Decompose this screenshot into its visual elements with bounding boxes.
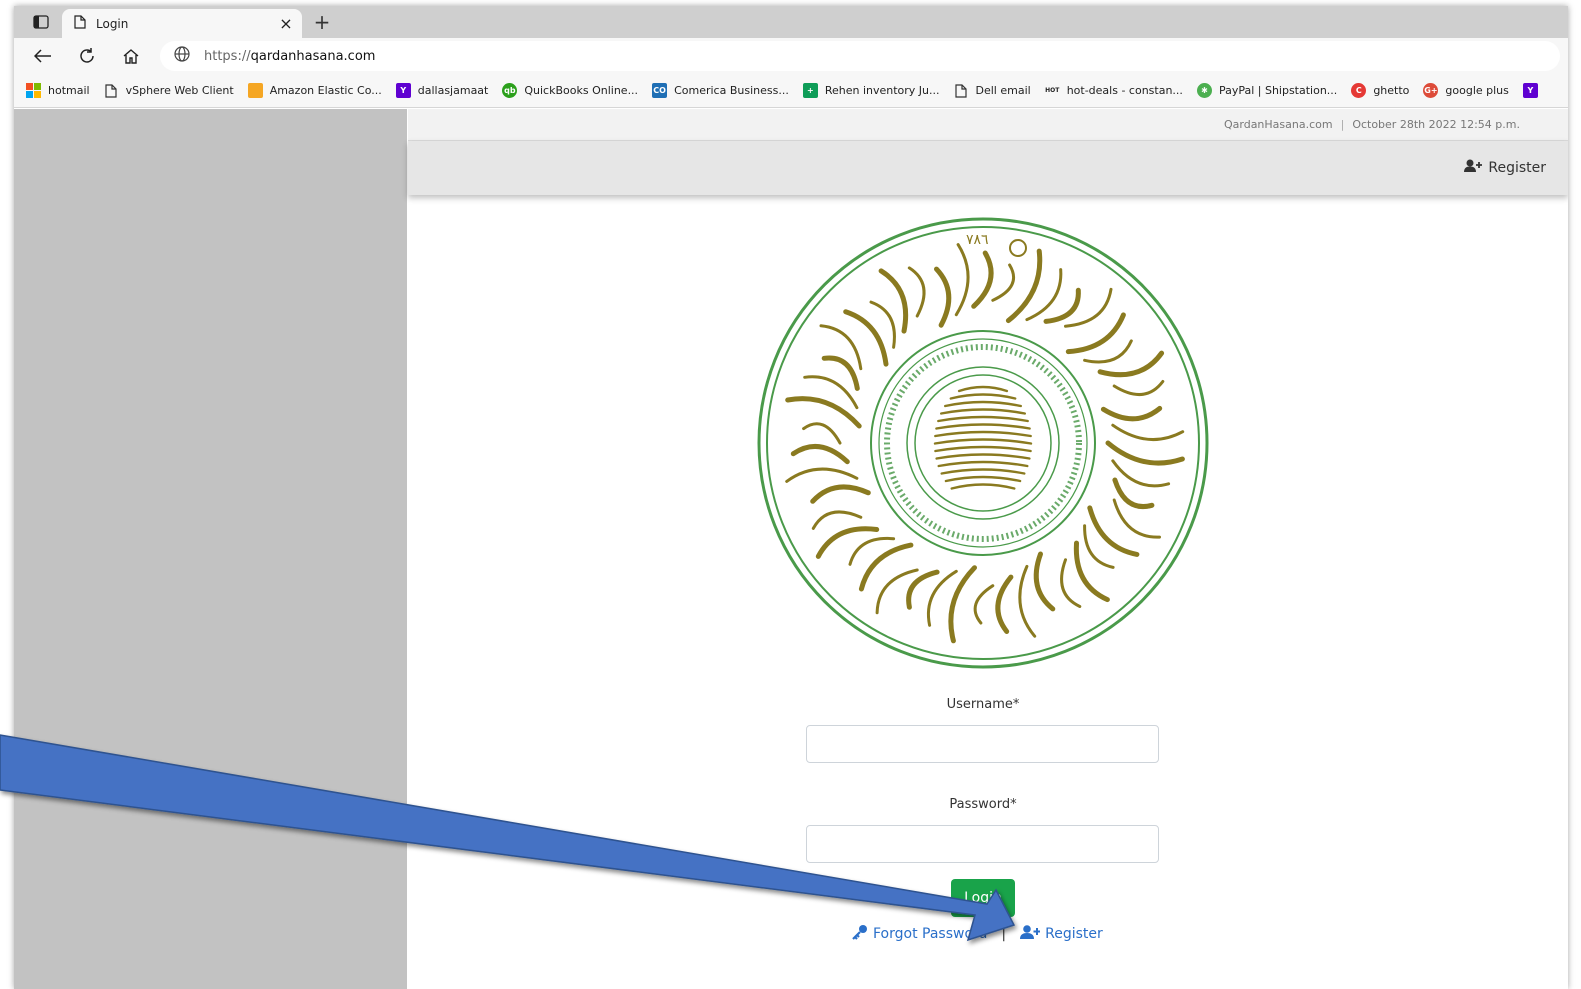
bookmark-item[interactable]: Y — [1522, 83, 1545, 98]
page-icon — [74, 14, 86, 33]
navigation-bar: https://qardanhasana.com — [14, 38, 1568, 74]
bookmark-label: google plus — [1445, 84, 1509, 97]
url-host: qardanhasana.com — [250, 48, 376, 64]
refresh-icon[interactable] — [74, 44, 100, 68]
links-separator: | — [1001, 926, 1007, 942]
url-scheme: https:// — [204, 48, 251, 64]
gear-green-icon: ✱ — [1196, 83, 1212, 98]
register-link[interactable]: Register — [1020, 924, 1103, 944]
globe-icon — [174, 46, 190, 66]
bookmark-item[interactable]: qb QuickBooks Online... — [502, 83, 638, 98]
bookmark-label: hotmail — [48, 84, 90, 97]
page-viewport: QardanHasana.com | October 28th 2022 12:… — [14, 109, 1568, 989]
bookmark-item[interactable]: vSphere Web Client — [104, 83, 234, 98]
sheets-plus-icon: + — [802, 83, 818, 98]
tab-login[interactable]: Login × — [62, 9, 302, 38]
page-icon — [104, 83, 119, 98]
bookmark-label: Comerica Business... — [674, 84, 789, 97]
password-input[interactable] — [806, 825, 1159, 863]
new-tab-button[interactable]: + — [310, 10, 334, 34]
top-date: October 28th 2022 12:54 p.m. — [1352, 118, 1520, 131]
header-register-label: Register — [1488, 160, 1546, 176]
top-info-separator: | — [1340, 118, 1345, 131]
login-button[interactable]: Login — [951, 879, 1015, 917]
bookmark-item[interactable]: CO Comerica Business... — [652, 83, 789, 98]
site-header: Register — [408, 141, 1568, 195]
back-arrow-icon[interactable] — [30, 44, 56, 68]
tab-actions-icon[interactable] — [28, 11, 54, 33]
tab-title: Login — [96, 16, 129, 31]
home-icon[interactable] — [118, 44, 144, 68]
bookmark-label: ghetto — [1373, 84, 1410, 97]
bookmark-item[interactable]: Amazon Elastic Co... — [247, 83, 382, 98]
bookmarks-bar: hotmail vSphere Web Client Amazon Elastic … — [14, 74, 1568, 108]
bookmark-item[interactable]: ✱ PayPal | Shipstation... — [1196, 83, 1338, 98]
bookmark-item[interactable]: Dell email — [954, 83, 1031, 98]
c-red-icon: C — [1351, 83, 1367, 98]
comerica-icon: CO — [652, 83, 668, 98]
yahoo-icon: Y — [395, 83, 411, 98]
account-links: Forgot Password | Register — [852, 924, 1103, 944]
bookmark-label: Amazon Elastic Co... — [269, 84, 382, 97]
forgot-password-link[interactable]: Forgot Password — [852, 924, 987, 944]
user-plus-icon — [1020, 924, 1045, 944]
login-button-wrap: Login — [806, 879, 1160, 917]
page-left-gutter — [14, 109, 407, 989]
bookmark-label: Dell email — [975, 84, 1031, 97]
username-input[interactable] — [806, 725, 1159, 763]
address-bar[interactable]: https://qardanhasana.com — [160, 41, 1560, 71]
header-register-link[interactable]: Register — [1464, 159, 1546, 177]
top-info-bar: QardanHasana.com | October 28th 2022 12:… — [408, 109, 1568, 141]
forgot-password-label: Forgot Password — [873, 926, 988, 942]
bookmark-item[interactable]: Ydallasjamaat — [395, 83, 489, 98]
bookmark-label: hot-deals - constan... — [1066, 84, 1183, 97]
site-content: QardanHasana.com | October 28th 2022 12:… — [408, 109, 1568, 989]
key-icon — [852, 924, 873, 944]
bookmark-item[interactable]: + Rehen inventory Ju... — [802, 83, 940, 98]
bookmark-label: Rehen inventory Ju... — [824, 84, 940, 97]
hot-deals-icon: HOT — [1045, 87, 1060, 94]
bookmark-label: vSphere Web Client — [125, 84, 234, 97]
password-label: Password* — [949, 797, 1017, 812]
bookmark-label: QuickBooks Online... — [524, 84, 639, 97]
bookmark-item[interactable]: HOT hot-deals - constan... — [1045, 83, 1183, 98]
url-text: https://qardanhasana.com — [204, 49, 375, 64]
yahoo-icon: Y — [1522, 83, 1538, 98]
login-form: Username* Password* Login — [806, 695, 1160, 917]
bookmark-label: dallasjamaat — [417, 84, 489, 97]
bookmark-item[interactable]: Cghetto — [1351, 83, 1409, 98]
page-icon — [954, 83, 969, 98]
quickbooks-icon: qb — [502, 83, 518, 98]
register-link-label: Register — [1045, 926, 1103, 942]
bookmark-item[interactable]: G+ google plus — [1423, 83, 1509, 98]
google-plus-icon: G+ — [1423, 83, 1439, 98]
bookmark-item[interactable]: hotmail — [26, 83, 90, 98]
qardan-hasana-seal-logo: ٧٨٦ — [756, 216, 1210, 670]
aws-box-icon — [247, 83, 263, 98]
windows-logo-icon — [26, 83, 41, 98]
browser-window: Login × + https://qardanhasana.com hotma… — [14, 6, 1568, 989]
top-site-name[interactable]: QardanHasana.com — [1224, 118, 1333, 131]
tab-strip: Login × + — [14, 6, 1568, 38]
bookmark-label: PayPal | Shipstation... — [1218, 84, 1338, 97]
seal-numerals: ٧٨٦ — [966, 232, 989, 248]
user-plus-icon — [1464, 159, 1488, 177]
close-tab-icon[interactable]: × — [274, 14, 298, 33]
username-label: Username* — [946, 697, 1020, 712]
